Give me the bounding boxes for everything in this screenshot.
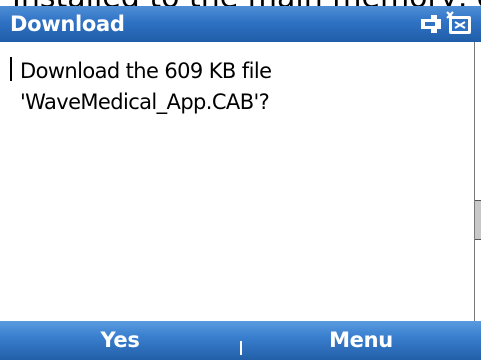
message-line-1: Download the 609 KB file: [20, 59, 272, 83]
window-title: Download: [10, 12, 125, 36]
yes-softkey[interactable]: Yes: [0, 321, 240, 360]
scrollbar-thumb[interactable]: [475, 200, 481, 240]
softkey-bar: Yes Menu: [0, 321, 481, 360]
download-message: Download the 609 KB file 'WaveMedical_Ap…: [20, 56, 460, 118]
screen: Installed to the main memory, or you Dow…: [0, 0, 481, 360]
message-line-2: 'WaveMedical_App.CAB'?: [20, 90, 270, 114]
dialog-content: Download the 609 KB file 'WaveMedical_Ap…: [0, 42, 474, 321]
title-bar: Download: [0, 6, 481, 42]
scrollbar-track[interactable]: [474, 42, 481, 321]
text-caret: [10, 57, 12, 81]
menu-softkey[interactable]: Menu: [241, 321, 481, 360]
connectivity-icon[interactable]: [417, 8, 475, 40]
